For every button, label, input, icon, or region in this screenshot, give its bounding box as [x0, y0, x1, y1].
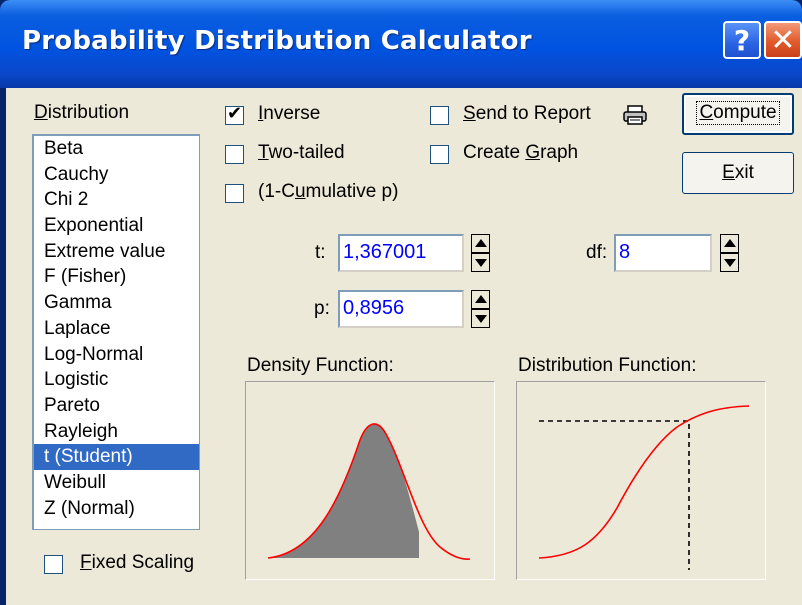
distribution-item[interactable]: Weibull: [34, 470, 199, 496]
distribution-item[interactable]: Rayleigh: [34, 419, 199, 445]
help-button[interactable]: ?: [723, 21, 761, 59]
distribution-dashed-level: [539, 420, 690, 570]
distribution-item[interactable]: Laplace: [34, 316, 199, 342]
close-button[interactable]: ✕: [764, 21, 802, 59]
distribution-curve: [538, 405, 750, 559]
distribution-curve-plot: [538, 405, 750, 570]
df-label: df:: [586, 242, 608, 263]
df-spin-up-icon[interactable]: [720, 234, 739, 253]
create-graph-checkbox[interactable]: [430, 145, 449, 164]
one-minus-cumulative-checkbox[interactable]: [225, 184, 244, 203]
distribution-item[interactable]: Chi 2: [34, 187, 199, 213]
distribution-function-graph: [516, 381, 766, 580]
distribution-item[interactable]: Beta: [34, 136, 199, 162]
density-function-label: Density Function:: [247, 355, 394, 376]
distribution-function-label: Distribution Function:: [518, 355, 697, 376]
inverse-label: Inverse: [258, 103, 321, 124]
distribution-item[interactable]: Z (Normal): [34, 496, 199, 522]
fixed-scaling-checkbox[interactable]: [44, 555, 63, 574]
t-spin-up-icon[interactable]: [471, 234, 490, 253]
p-value-field[interactable]: 0,8956: [338, 290, 464, 328]
dialog-window: Probability Distribution Calculator ? ✕ …: [0, 0, 802, 605]
send-to-report-label: Send to Report: [463, 103, 591, 124]
send-to-report-checkbox[interactable]: [430, 106, 449, 125]
window-title: Probability Distribution Calculator: [22, 26, 532, 56]
p-spin-down-icon[interactable]: [471, 309, 490, 328]
density-function-graph: [245, 381, 495, 580]
fixed-scaling-label: Fixed Scaling: [80, 552, 195, 573]
density-curve-plot: [267, 423, 471, 560]
df-value-field[interactable]: 8: [614, 234, 712, 272]
title-bar[interactable]: Probability Distribution Calculator ? ✕: [0, 0, 802, 88]
distribution-item[interactable]: t (Student): [34, 444, 199, 470]
two-tailed-label: Two-tailed: [258, 142, 345, 163]
distribution-listbox[interactable]: Beta Cauchy Chi 2 Exponential Extreme value F…: [32, 134, 200, 530]
one-minus-cumulative-label: (1-Cumulative p): [258, 181, 399, 202]
distribution-item[interactable]: Log-Normal: [34, 342, 199, 368]
t-spinner[interactable]: [471, 234, 490, 272]
distribution-label: Distribution: [34, 102, 130, 123]
distribution-item[interactable]: Pareto: [34, 393, 199, 419]
printer-icon: [623, 105, 647, 125]
density-shaded-area: [268, 423, 419, 558]
df-spinner[interactable]: [720, 234, 739, 272]
create-graph-label: Create Graph: [463, 142, 579, 163]
t-spin-down-icon[interactable]: [471, 253, 490, 272]
t-label: t:: [315, 242, 326, 263]
inverse-checkbox[interactable]: ✔: [225, 103, 244, 125]
p-spin-up-icon[interactable]: [471, 290, 490, 309]
two-tailed-checkbox[interactable]: [225, 145, 244, 164]
exit-button[interactable]: Exit: [682, 152, 794, 194]
distribution-item[interactable]: F (Fisher): [34, 264, 199, 290]
t-value-field[interactable]: 1,367001: [338, 234, 464, 272]
df-spin-down-icon[interactable]: [720, 253, 739, 272]
p-spinner[interactable]: [471, 290, 490, 328]
distribution-item[interactable]: Gamma: [34, 290, 199, 316]
compute-button[interactable]: Compute: [682, 93, 794, 135]
p-label: p:: [314, 298, 330, 319]
distribution-item[interactable]: Cauchy: [34, 162, 199, 188]
distribution-item[interactable]: Exponential: [34, 213, 199, 239]
distribution-item[interactable]: Extreme value: [34, 239, 199, 265]
distribution-item[interactable]: Logistic: [34, 367, 199, 393]
